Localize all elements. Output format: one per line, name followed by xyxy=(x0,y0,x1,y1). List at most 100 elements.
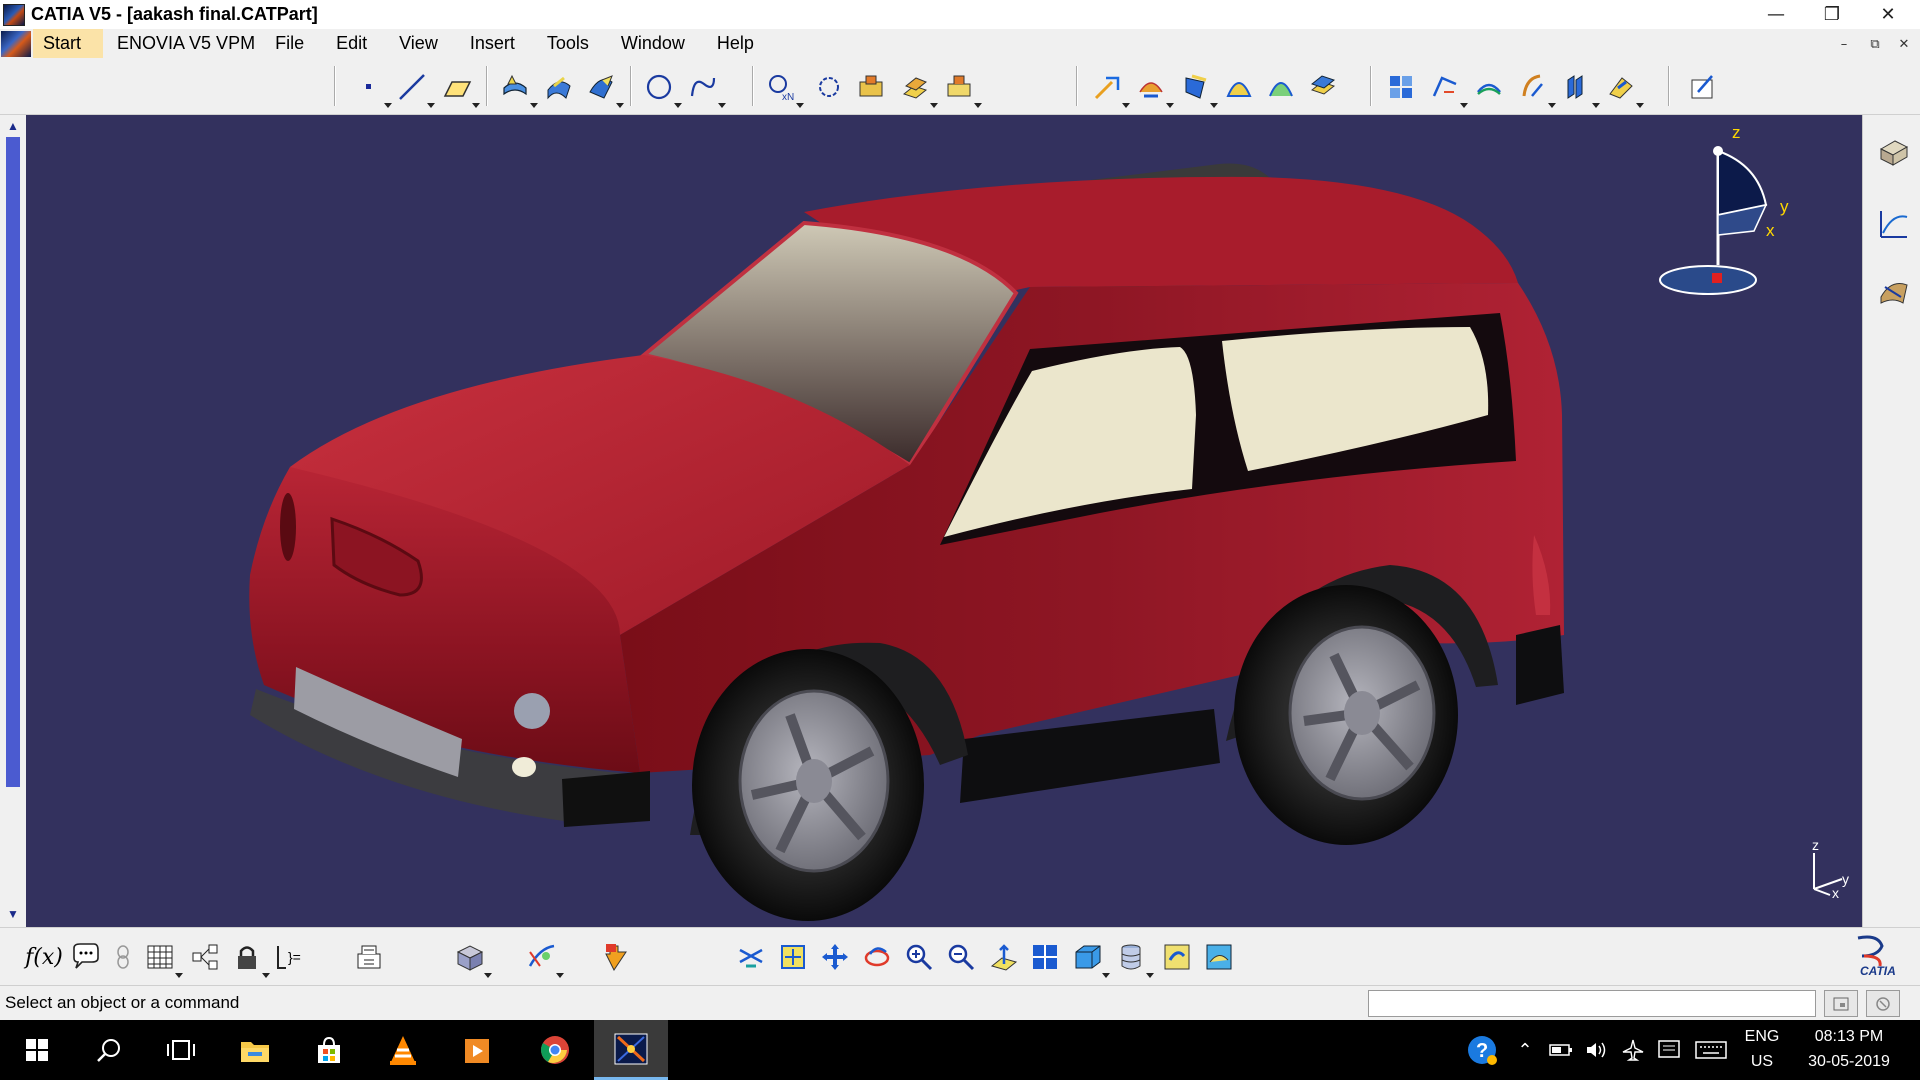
doc-close-button[interactable]: ✕ xyxy=(1893,33,1915,55)
fly-icon[interactable] xyxy=(734,940,768,974)
swap-space-icon[interactable] xyxy=(1160,940,1194,974)
menu-help[interactable]: Help xyxy=(707,29,764,58)
line-icon[interactable] xyxy=(395,70,435,108)
scroll-thumb[interactable] xyxy=(6,137,20,787)
doc-minimize-button[interactable]: – xyxy=(1833,33,1855,55)
snap-icon[interactable] xyxy=(598,940,632,974)
action-center-icon[interactable] xyxy=(1656,1038,1682,1062)
menu-edit[interactable]: Edit xyxy=(326,29,377,58)
language-line1[interactable]: ENG xyxy=(1740,1028,1784,1046)
table-icon[interactable] xyxy=(143,940,183,978)
task-view-icon[interactable] xyxy=(144,1020,218,1080)
publish-icon[interactable] xyxy=(352,940,386,974)
car-model[interactable] xyxy=(0,115,1862,927)
measure-icon[interactable]: }= xyxy=(272,940,306,974)
render-icon[interactable] xyxy=(452,940,492,978)
scale-icon[interactable] xyxy=(1516,70,1556,108)
split-icon[interactable] xyxy=(898,70,938,108)
join-icon[interactable] xyxy=(854,70,888,104)
menu-window[interactable]: Window xyxy=(611,29,695,58)
file-explorer-icon[interactable] xyxy=(218,1020,292,1080)
vertical-scrollbar[interactable]: ▲ ▼ xyxy=(0,115,26,927)
media-player-icon[interactable] xyxy=(440,1020,514,1080)
menu-insert[interactable]: Insert xyxy=(460,29,525,58)
compass-widget[interactable] xyxy=(1650,125,1780,315)
search-icon[interactable] xyxy=(72,1020,146,1080)
fit-all-icon[interactable] xyxy=(776,940,810,974)
front-wheel xyxy=(692,649,924,921)
document-icon[interactable] xyxy=(1,30,31,57)
chordal-fillet-icon[interactable] xyxy=(1264,70,1298,104)
translate-icon[interactable] xyxy=(1306,70,1340,104)
plane-icon[interactable] xyxy=(440,70,480,108)
extrapolate-icon[interactable] xyxy=(1604,70,1644,108)
zoom-in-icon[interactable] xyxy=(902,940,936,974)
normal-view-icon[interactable] xyxy=(986,940,1020,974)
trim-icon[interactable] xyxy=(942,70,982,108)
clock-time[interactable]: 08:13 PM xyxy=(1796,1028,1902,1046)
right-toolbar xyxy=(1862,115,1920,927)
knowledge-icon[interactable] xyxy=(106,940,140,974)
circle-icon[interactable] xyxy=(642,70,682,108)
zoom-out-icon[interactable] xyxy=(944,940,978,974)
status-cancel-icon[interactable] xyxy=(1824,990,1858,1017)
show-hidden-icons-icon[interactable]: ⌃ xyxy=(1512,1038,1538,1062)
multi-view-icon[interactable] xyxy=(1028,940,1062,974)
transform-icon[interactable] xyxy=(1384,70,1418,104)
shading-icon[interactable] xyxy=(1202,940,1236,974)
command-input[interactable] xyxy=(1368,990,1816,1017)
help-tray-icon[interactable]: ? xyxy=(1466,1034,1498,1066)
language-line2[interactable]: US xyxy=(1740,1053,1784,1071)
close-button[interactable]: ✕ xyxy=(1860,0,1916,29)
formula-button[interactable]: f(x) xyxy=(24,940,64,974)
edge-fillet-icon[interactable] xyxy=(1178,70,1218,108)
rotate-icon[interactable] xyxy=(1428,70,1468,108)
variable-fillet-icon[interactable] xyxy=(1222,70,1256,104)
status-stop-icon[interactable] xyxy=(1866,990,1900,1017)
apply-material-icon[interactable] xyxy=(524,940,564,978)
extrude-surface-icon[interactable] xyxy=(498,70,538,108)
windows-start-icon[interactable] xyxy=(0,1020,74,1080)
intersection-icon[interactable]: xN xyxy=(764,70,804,108)
airplane-mode-icon[interactable] xyxy=(1620,1038,1646,1062)
vlc-icon[interactable] xyxy=(366,1020,440,1080)
fillet-surface-icon[interactable] xyxy=(1090,70,1130,108)
pan-icon[interactable] xyxy=(818,940,852,974)
menu-enovia[interactable]: ENOVIA V5 VPM xyxy=(107,29,265,58)
fill-surface-icon[interactable] xyxy=(584,70,624,108)
lock-icon[interactable] xyxy=(230,940,270,978)
scroll-up-icon[interactable]: ▲ xyxy=(6,119,20,133)
rotate-view-icon[interactable] xyxy=(860,940,894,974)
part-design-icon[interactable] xyxy=(1877,135,1911,169)
chrome-icon[interactable] xyxy=(518,1020,592,1080)
minimize-button[interactable]: — xyxy=(1748,0,1804,29)
sketch-analysis-icon[interactable] xyxy=(1877,207,1911,241)
parameters-icon[interactable] xyxy=(188,940,222,974)
keyboard-icon[interactable] xyxy=(1694,1038,1728,1062)
symmetry-icon[interactable] xyxy=(1472,70,1506,104)
catia-icon[interactable] xyxy=(594,1020,668,1080)
menu-tools[interactable]: Tools xyxy=(537,29,599,58)
clock-date[interactable]: 30-05-2019 xyxy=(1796,1053,1902,1071)
sketcher-icon[interactable] xyxy=(1686,70,1720,104)
3d-viewport[interactable]: z y x z y x xyxy=(0,115,1862,927)
scroll-down-icon[interactable]: ▼ xyxy=(6,907,20,921)
menu-file[interactable]: File xyxy=(265,29,314,58)
offset-surface-icon[interactable] xyxy=(542,70,576,104)
restore-button[interactable]: ❐ xyxy=(1804,0,1860,29)
point-icon[interactable] xyxy=(352,70,392,108)
volume-icon[interactable] xyxy=(1584,1038,1610,1062)
boundary-icon[interactable] xyxy=(812,70,846,104)
menu-view[interactable]: View xyxy=(389,29,448,58)
affinity-icon[interactable] xyxy=(1560,70,1600,108)
shape-fillet-icon[interactable] xyxy=(1134,70,1174,108)
doc-restore-button[interactable]: ⧉ xyxy=(1864,33,1886,55)
menu-start[interactable]: Start xyxy=(33,29,104,58)
battery-icon[interactable] xyxy=(1548,1038,1574,1062)
comment-icon[interactable] xyxy=(68,940,102,974)
isometric-view-icon[interactable] xyxy=(1070,940,1110,978)
hide-show-icon[interactable] xyxy=(1114,940,1154,978)
store-icon[interactable] xyxy=(292,1020,366,1080)
shape-analysis-icon[interactable] xyxy=(1877,275,1911,309)
spline-icon[interactable] xyxy=(686,70,726,108)
